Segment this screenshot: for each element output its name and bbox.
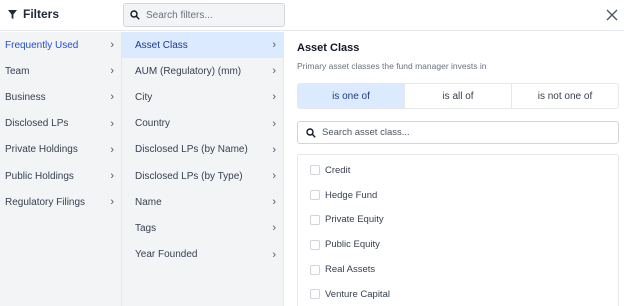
option-public-equity[interactable]: Public Equity [298,232,618,257]
chevron-right-icon: › [272,117,276,130]
category-label: Regulatory Filings [5,196,86,208]
category-label: Team [5,65,30,77]
chevron-right-icon: › [110,143,114,156]
chevron-right-icon: › [272,222,276,235]
close-icon[interactable] [605,8,619,22]
chevron-right-icon: › [272,170,276,183]
chevron-right-icon: › [110,117,114,130]
chevron-right-icon: › [110,39,114,52]
option-label: Venture Capital [325,288,390,300]
filter-tags[interactable]: Tags › [122,215,283,241]
option-label: Hedge Fund [325,189,378,201]
category-disclosed-lps[interactable]: Disclosed LPs › [0,111,121,137]
chevron-right-icon: › [110,65,114,78]
option-credit[interactable]: Credit [298,158,618,183]
filter-disclosed-lps-by-name[interactable]: Disclosed LPs (by Name) › [122,137,283,163]
filter-city[interactable]: City › [122,84,283,110]
checkbox[interactable] [310,239,320,250]
option-hedge-fund[interactable]: Hedge Fund [298,183,618,208]
option-label: Private Equity [325,214,384,226]
filters-title: Filters [8,7,59,21]
category-label: Public Holdings [5,170,74,182]
chevron-right-icon: › [272,143,276,156]
category-label: Disclosed LPs [5,118,69,130]
operator-is-all-of[interactable]: is all of [405,84,512,108]
chevron-right-icon: › [272,65,276,78]
chevron-right-icon: › [272,196,276,209]
filter-label: City [135,91,153,103]
search-icon [130,10,140,20]
filter-name[interactable]: Name › [122,189,283,215]
checkbox[interactable] [310,214,320,225]
filters-search-input[interactable] [146,9,276,21]
asset-class-panel: Asset Class Primary asset classes the fu… [285,32,624,306]
filters-search[interactable] [123,3,285,27]
filter-label: Asset Class [135,39,188,51]
checkbox[interactable] [310,264,320,275]
category-public-holdings[interactable]: Public Holdings › [0,163,121,189]
category-business[interactable]: Business › [0,84,121,110]
option-label: Public Equity [325,239,380,251]
filter-label: AUM (Regulatory) (mm) [135,65,242,77]
category-label: Frequently Used [5,39,79,51]
category-list: Frequently Used › Team › Business › Disclosed … [0,32,122,306]
asset-class-search[interactable] [297,121,619,144]
option-label: Real Assets [325,264,376,276]
filter-list: Asset Class › AUM (Regulatory) (mm) › City › C… [122,32,284,306]
checkbox[interactable] [310,289,320,300]
filter-label: Year Founded [135,249,198,261]
panel-title: Asset Class [297,42,360,54]
asset-class-options: Credit Hedge Fund Private Equity Public Equ… [297,154,619,306]
filter-icon [8,9,17,19]
category-team[interactable]: Team › [0,58,121,84]
option-label: Credit [325,164,351,176]
filter-label: Name [135,196,162,208]
option-private-equity[interactable]: Private Equity [298,208,618,233]
category-private-holdings[interactable]: Private Holdings › [0,137,121,163]
operator-toggle: is one of is all of is not one of [297,83,619,109]
chevron-right-icon: › [272,39,276,52]
chevron-right-icon: › [272,248,276,261]
option-real-assets[interactable]: Real Assets [298,257,618,282]
filter-label: Tags [135,222,157,234]
category-label: Private Holdings [5,144,78,156]
operator-is-one-of[interactable]: is one of [298,84,405,108]
chevron-right-icon: › [110,170,114,183]
search-icon [306,127,316,138]
category-label: Business [5,91,46,103]
category-regulatory-filings[interactable]: Regulatory Filings › [0,189,121,215]
filter-label: Disclosed LPs (by Type) [135,170,243,182]
filter-asset-class[interactable]: Asset Class › [122,32,283,59]
filter-label: Country [135,118,171,130]
filter-year-founded[interactable]: Year Founded › [122,242,283,268]
chevron-right-icon: › [110,91,114,104]
filters-title-label: Filters [23,7,60,21]
option-venture-capital[interactable]: Venture Capital [298,282,618,306]
filter-aum-regulatory-mm[interactable]: AUM (Regulatory) (mm) › [122,58,283,84]
panel-subtitle: Primary asset classes the fund manager i… [297,61,487,71]
filters-header: Filters [0,0,624,31]
filter-country[interactable]: Country › [122,111,283,137]
checkbox[interactable] [310,165,320,176]
chevron-right-icon: › [110,196,114,209]
category-frequently-used[interactable]: Frequently Used › [0,32,121,58]
filter-label: Disclosed LPs (by Name) [135,144,248,156]
operator-is-not-one-of[interactable]: is not one of [512,84,618,108]
asset-class-search-input[interactable] [322,127,612,138]
filter-disclosed-lps-by-type[interactable]: Disclosed LPs (by Type) › [122,163,283,189]
chevron-right-icon: › [272,91,276,104]
checkbox[interactable] [310,190,320,201]
